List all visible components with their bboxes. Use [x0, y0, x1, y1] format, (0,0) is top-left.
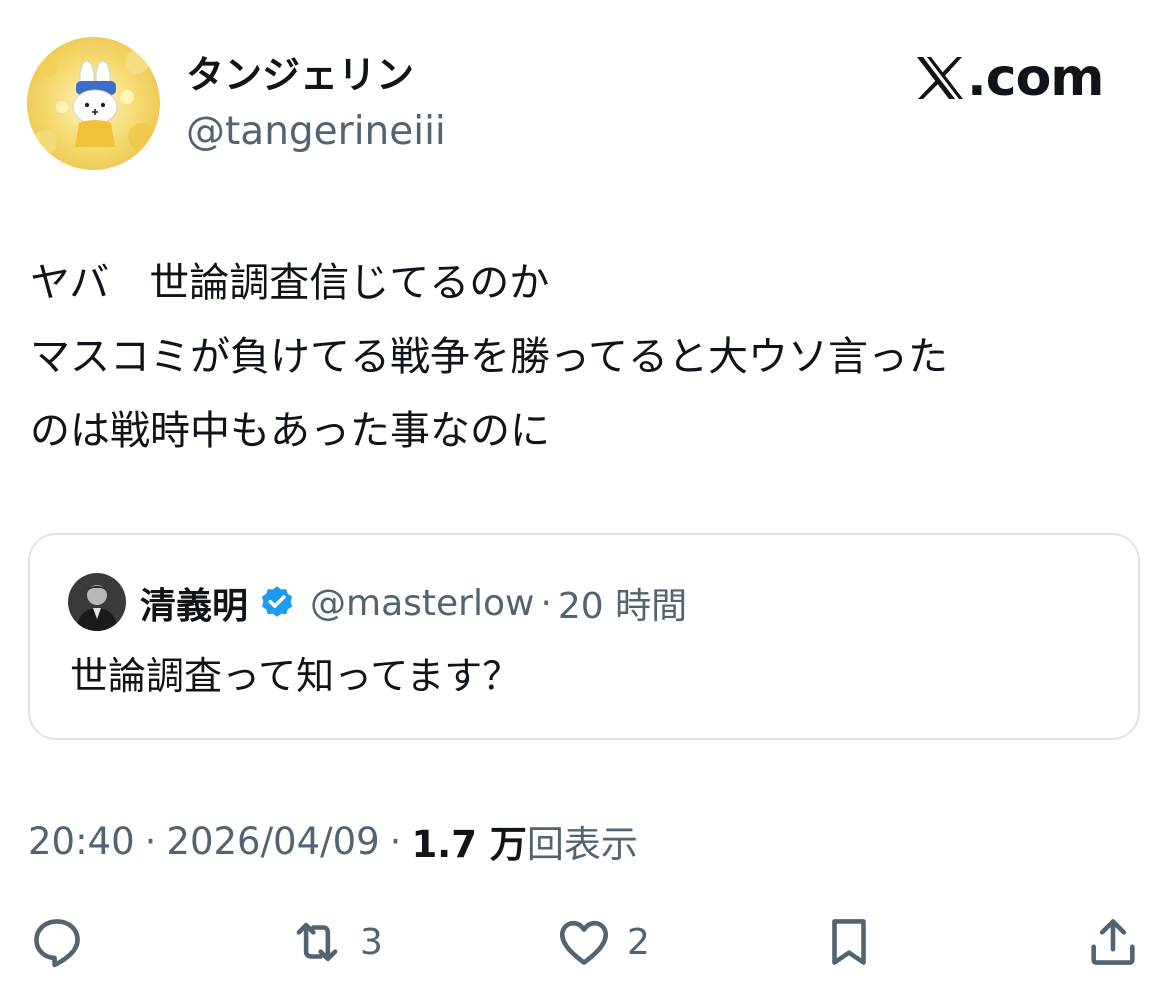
reply-icon [34, 919, 80, 968]
author-display-name[interactable]: タンジェリン [186, 52, 414, 98]
quoted-tweet-header: 清義明 @masterlow · 20 時間 [140, 577, 687, 629]
retweet-count: 3 [360, 921, 383, 963]
author-avatar[interactable] [27, 37, 160, 170]
quoted-author-avatar[interactable] [68, 573, 126, 631]
share-button[interactable] [1084, 910, 1142, 974]
tweet-line: マスコミが負けてる戦争を勝ってると大ウソ言った [30, 334, 948, 380]
tweet-date[interactable]: 2026/04/09 [166, 820, 379, 863]
brand-text: .com [967, 48, 1104, 108]
tweet-line: ヤバ 世論調査信じてるのか [30, 260, 550, 306]
tweet-text: ヤバ 世論調査信じてるのか マスコミが負けてる戦争を勝ってると大ウソ言った のは… [30, 246, 1145, 468]
views-label: 回表示 [526, 823, 638, 866]
avatar-image [68, 573, 126, 631]
tweet-actions: 3 2 [0, 910, 1170, 974]
author-handle[interactable]: @tangerineiii [186, 108, 446, 156]
like-button[interactable]: 2 [555, 910, 650, 974]
quoted-author-handle[interactable]: @masterlow [310, 583, 534, 624]
tweet-time[interactable]: 20:40 [28, 820, 135, 863]
quoted-author-name[interactable]: 清義明 [140, 577, 248, 629]
bookmark-icon [832, 919, 866, 965]
bookmark-button[interactable] [820, 910, 878, 974]
like-count: 2 [627, 921, 650, 963]
share-icon [1091, 919, 1135, 965]
retweet-icon [296, 922, 338, 962]
verified-badge-icon [261, 586, 293, 617]
views-count: 1.7 万 [411, 823, 527, 866]
avatar-image [27, 37, 160, 170]
heart-icon [559, 920, 609, 965]
separator-dot: · [540, 582, 552, 624]
reply-button[interactable] [28, 910, 86, 974]
separator-dot: · [389, 819, 402, 863]
tweet-meta: 20:40 · 2026/04/09 · 1.7 万 回表示 [28, 816, 638, 867]
quoted-tweet-card[interactable]: 清義明 @masterlow · 20 時間 世論調査って知ってます？ [28, 533, 1140, 740]
quoted-tweet-time[interactable]: 20 時間 [558, 577, 687, 629]
quoted-tweet-text: 世論調査って知ってます？ [70, 654, 521, 698]
x-logo-icon [917, 57, 963, 99]
separator-dot: · [144, 819, 157, 863]
tweet-line: のは戦時中もあった事なのに [30, 408, 550, 454]
brand-logo: .com [913, 50, 1104, 106]
retweet-button[interactable]: 3 [288, 910, 383, 974]
